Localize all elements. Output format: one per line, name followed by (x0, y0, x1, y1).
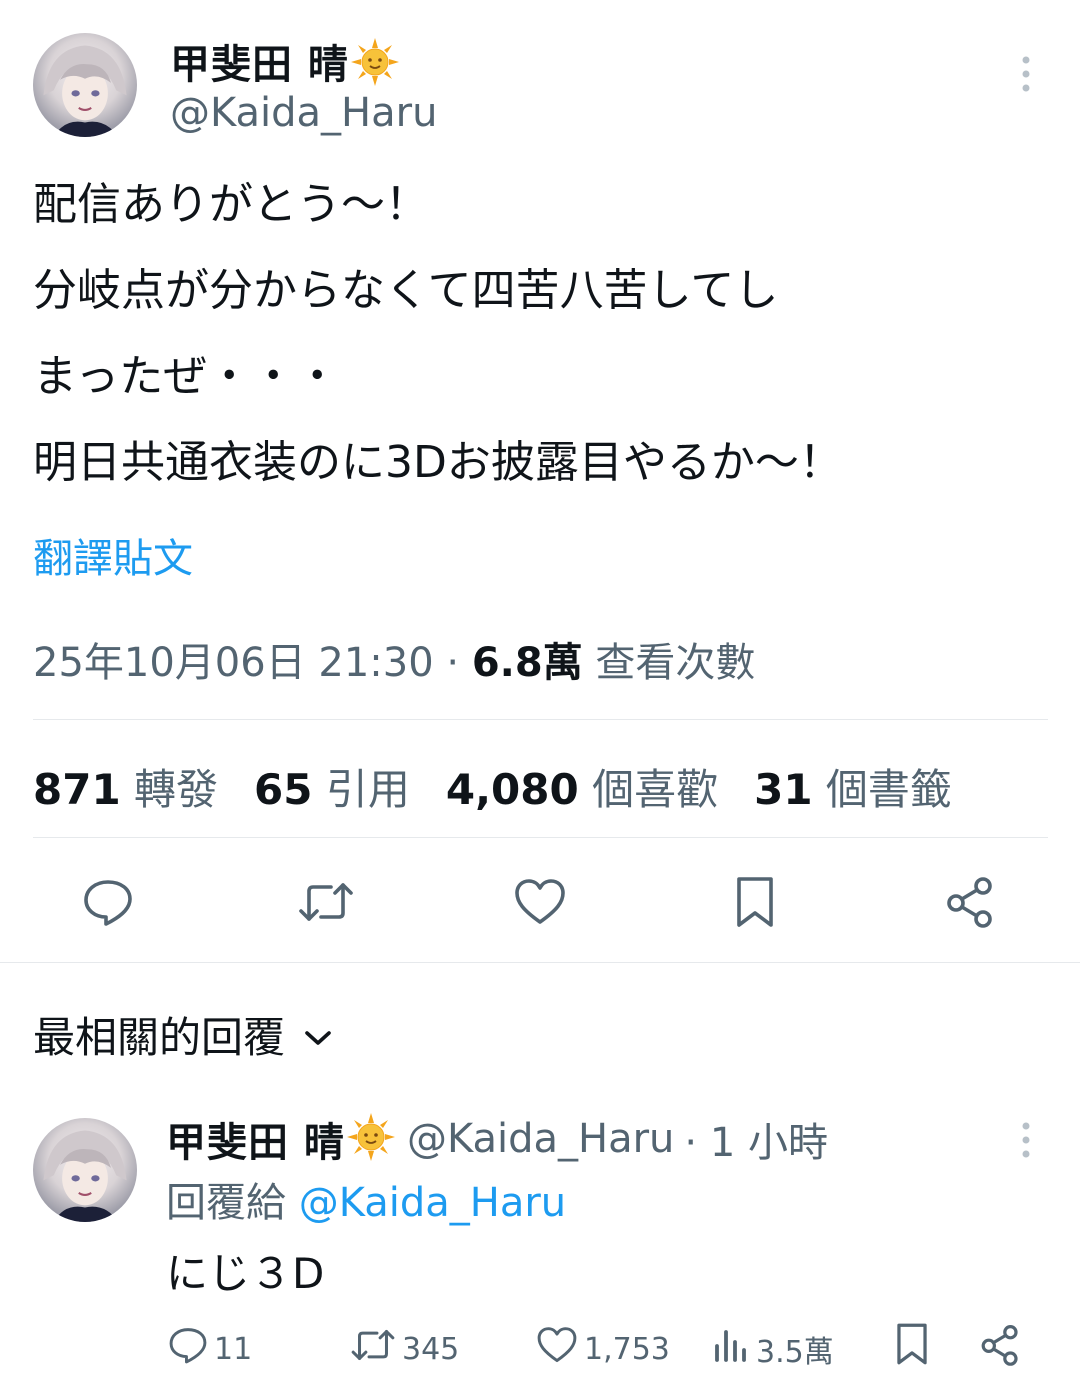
divider (33, 719, 1048, 720)
share-icon (980, 1324, 1020, 1374)
views-count: 6.8萬 (471, 640, 583, 686)
reply-bookmark-button[interactable] (894, 1322, 930, 1374)
replies-header: 最相關的回覆 (33, 1013, 286, 1062)
reply-share-button[interactable] (980, 1324, 1020, 1374)
tweet-text-line: 明日共通衣装のに3Dお披露目やるか〜！ (33, 437, 843, 488)
chevron-down-icon (303, 1010, 333, 1059)
sun-emoji-icon (349, 36, 401, 98)
views-label: 查看次數 (582, 640, 756, 686)
tweet-meta: 25年10月06日 21:30 · 6.8萬 查看次數 (33, 630, 755, 688)
stat-quotes-count: 65 (254, 765, 313, 814)
stat-likes-count: 4,080 (445, 765, 579, 814)
sun-emoji-icon (345, 1111, 397, 1167)
author-handle[interactable]: @Kaida_Haru (170, 90, 437, 136)
reply-retweet-button[interactable]: 345 (350, 1326, 459, 1372)
share-icon[interactable] (944, 874, 996, 930)
reply-reply-count: 11 (214, 1331, 253, 1367)
divider (33, 837, 1048, 838)
reply-icon (168, 1326, 208, 1372)
stat-retweets-count: 871 (33, 765, 121, 814)
tweet-text-line: 配信ありがとう〜！ (33, 179, 429, 230)
reply-more-options-icon[interactable] (1016, 1120, 1036, 1166)
bookmark-icon[interactable] (730, 874, 780, 930)
replies-sort-toggle[interactable]: 最相關的回覆 (33, 1004, 333, 1065)
tweet-text: 配信ありがとう〜！ 分岐点が分からなくて四苦八苦してし まったぜ・・・ 明日共通… (33, 162, 1053, 506)
reply-views-button[interactable]: 3.5萬 (712, 1326, 834, 1372)
reply-author-handle[interactable]: @Kaida_Haru (407, 1116, 674, 1162)
bookmark-icon (894, 1322, 930, 1374)
like-icon[interactable] (512, 876, 568, 928)
analytics-icon (712, 1326, 750, 1372)
author-name[interactable]: 甲斐田 晴 (170, 42, 349, 88)
stat-bookmarks[interactable]: 31 個書籤 (754, 756, 952, 817)
retweet-icon (350, 1326, 396, 1372)
reply-text: にじ３D (166, 1249, 325, 1298)
reply-reply-button[interactable]: 11 (168, 1326, 252, 1372)
replying-to-label: 回覆給 (166, 1180, 286, 1226)
reply-header-row: 甲斐田 晴 @Kaida_Haru · 1 小時 (166, 1110, 828, 1168)
tweet-text-line: まったぜ・・・ (33, 351, 340, 402)
meta-separator: · (433, 640, 472, 686)
reply-retweet-count: 345 (402, 1331, 460, 1367)
engagement-stats: 871 轉發 65 引用 4,080 個喜歡 31 個書籤 (33, 756, 952, 817)
author-avatar[interactable] (33, 33, 137, 137)
reply-author-avatar[interactable] (33, 1118, 137, 1222)
author-name-row[interactable]: 甲斐田 晴 (170, 32, 401, 98)
stat-likes-label: 個喜歡 (592, 765, 719, 814)
reply-like-button[interactable]: 1,753 (536, 1326, 670, 1372)
reply-like-count: 1,753 (584, 1331, 670, 1367)
reply-author-name[interactable]: 甲斐田 晴 (166, 1110, 345, 1168)
reply-time[interactable]: · 1 小時 (684, 1110, 828, 1168)
tweet-timestamp[interactable]: 25年10月06日 21:30 (33, 640, 434, 686)
stat-bookmarks-label: 個書籤 (825, 765, 952, 814)
stat-likes[interactable]: 4,080 個喜歡 (446, 756, 718, 817)
stat-bookmarks-count: 31 (754, 765, 813, 814)
reply-icon[interactable] (80, 876, 136, 928)
like-icon (536, 1326, 578, 1372)
reply-view-count: 3.5萬 (756, 1335, 834, 1370)
stat-retweets-label: 轉發 (134, 765, 219, 814)
more-options-icon[interactable] (1016, 54, 1036, 100)
section-divider (0, 962, 1080, 963)
stat-retweets[interactable]: 871 轉發 (33, 756, 218, 817)
replying-to-handle[interactable]: @Kaida_Haru (299, 1180, 566, 1226)
retweet-icon[interactable] (296, 876, 356, 928)
stat-quotes-label: 引用 (325, 765, 410, 814)
stat-quotes[interactable]: 65 引用 (254, 756, 410, 817)
translate-post-link[interactable]: 翻譯貼文 (33, 526, 193, 584)
replying-to-line: 回覆給 @Kaida_Haru (166, 1170, 566, 1228)
tweet-text-line: 分岐点が分からなくて四苦八苦してし (33, 265, 779, 316)
